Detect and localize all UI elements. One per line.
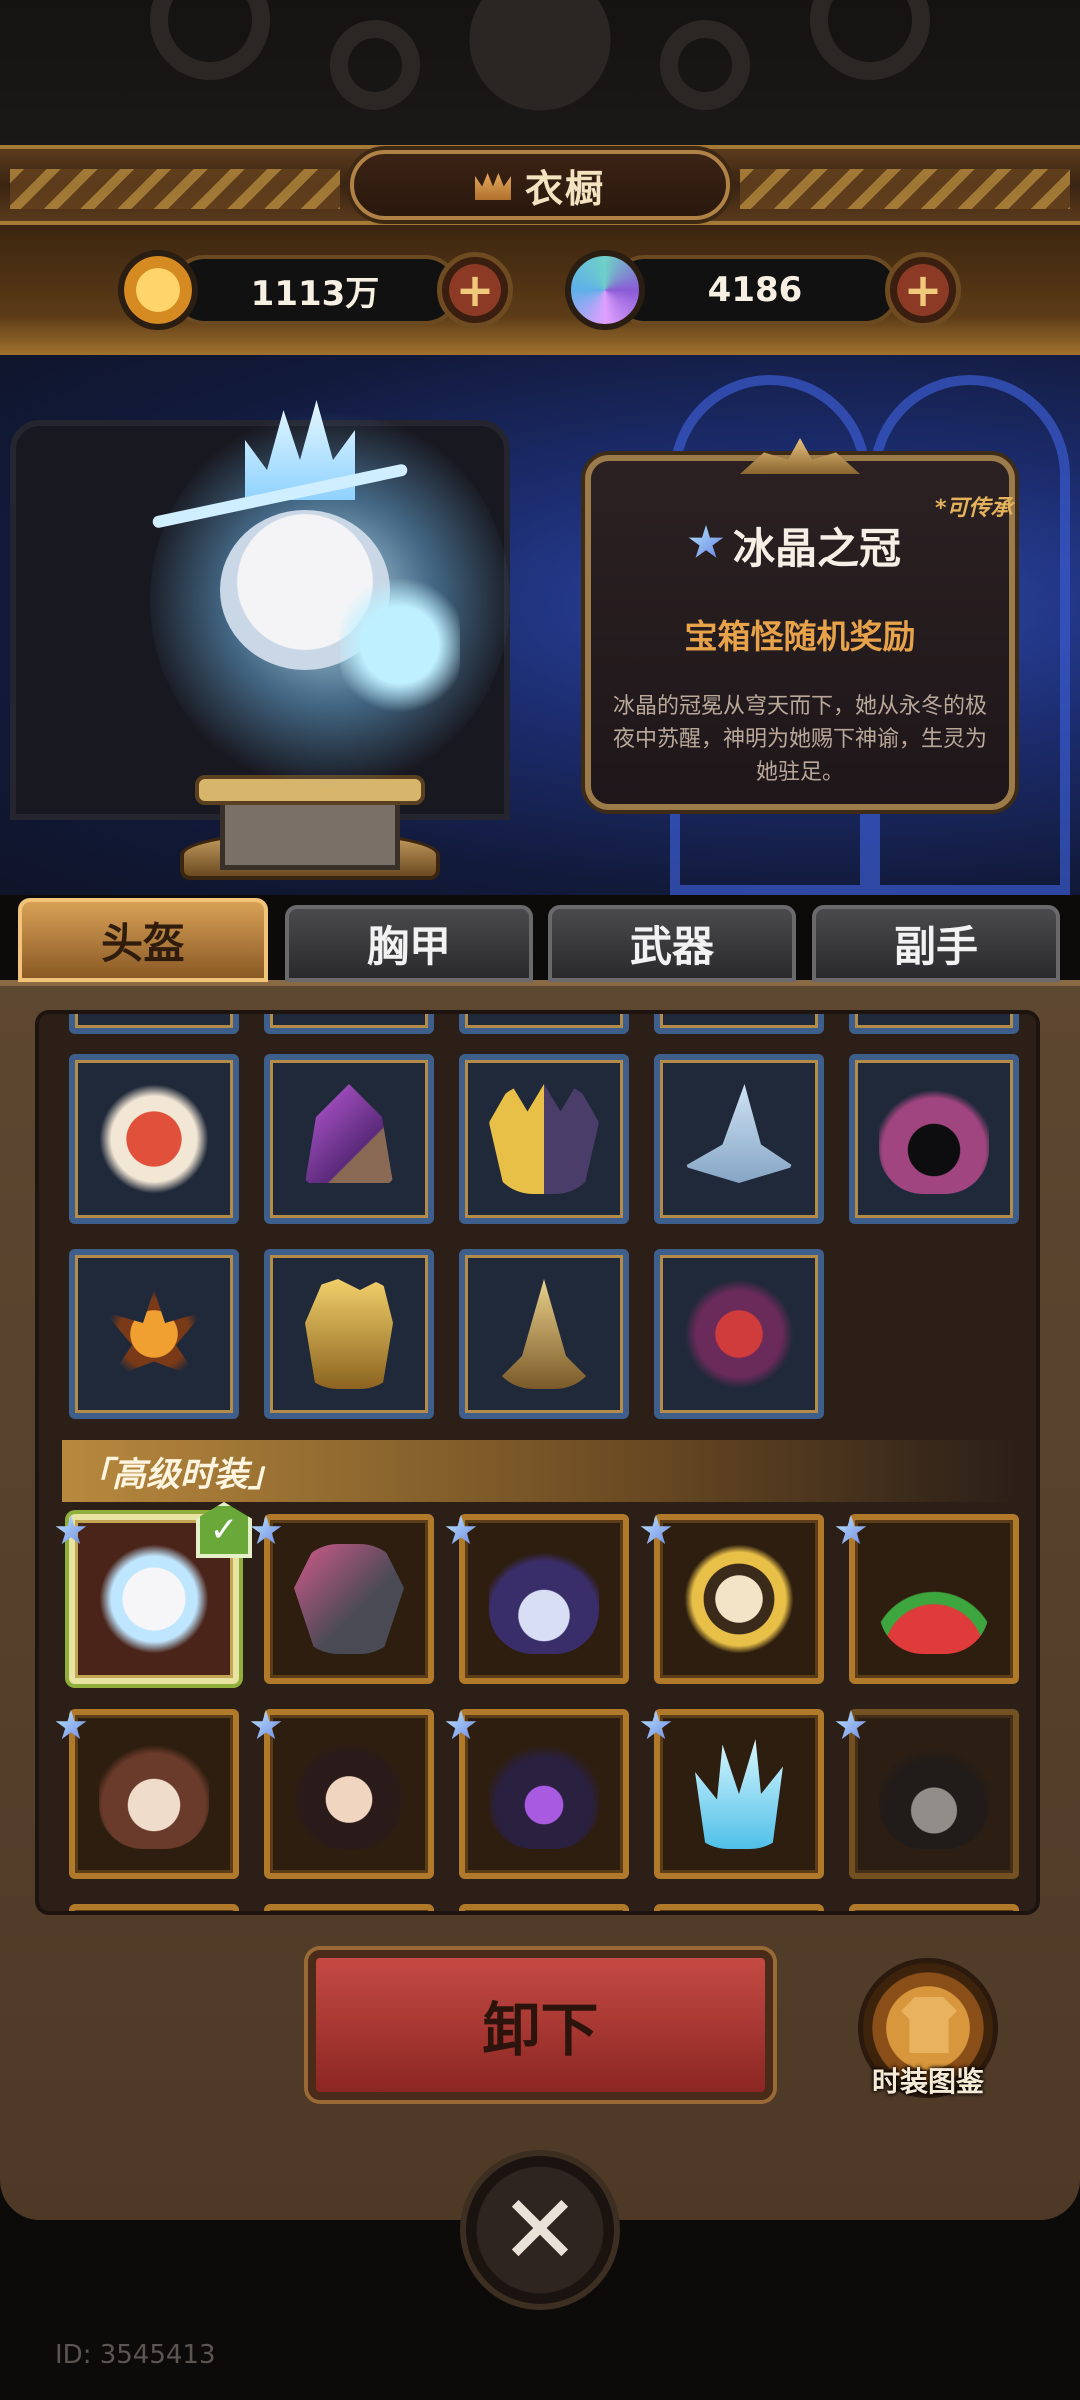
item-slot[interactable] xyxy=(264,1904,434,1911)
item-name: 冰晶之冠 xyxy=(733,524,902,573)
item-slot[interactable] xyxy=(264,1054,434,1224)
dark-feather-mask-icon xyxy=(684,1279,794,1389)
item-slot[interactable] xyxy=(654,1514,824,1684)
gold-balance: 1113万 xyxy=(170,255,460,325)
hero-character xyxy=(130,370,510,790)
item-slot[interactable] xyxy=(654,1904,824,1911)
purple-witch-hat-icon xyxy=(489,1739,599,1849)
gold-value: 1113万 xyxy=(250,273,380,314)
gem-balance: 4186 xyxy=(610,255,900,325)
item-slot[interactable] xyxy=(849,1054,1019,1224)
tab-offhand[interactable]: 副手 xyxy=(812,905,1060,982)
gem-icon xyxy=(565,250,645,330)
section-label-advanced: 「高级时装」 xyxy=(78,1455,282,1495)
ice-crown-hero-icon xyxy=(99,1544,209,1654)
shirt-icon xyxy=(901,1997,957,2053)
close-button[interactable]: ✕ xyxy=(460,2150,620,2310)
item-slot[interactable] xyxy=(459,1709,629,1879)
item-slot[interactable] xyxy=(654,1014,824,1034)
spiked-crown-icon xyxy=(104,1290,204,1378)
item-slot[interactable] xyxy=(459,1054,629,1224)
item-slot[interactable] xyxy=(264,1249,434,1419)
add-gems-button[interactable]: + xyxy=(885,252,961,328)
item-slot[interactable] xyxy=(849,1014,1019,1034)
item-slot[interactable] xyxy=(264,1514,434,1684)
top-hat-penguin-icon xyxy=(879,1739,989,1849)
item-slot[interactable] xyxy=(459,1514,629,1684)
item-slot[interactable] xyxy=(69,1054,239,1224)
item-slot[interactable] xyxy=(654,1709,824,1879)
item-slot[interactable] xyxy=(654,1054,824,1224)
gem-value: 4186 xyxy=(707,270,803,310)
item-source: 宝箱怪随机奖励 xyxy=(684,617,916,656)
item-slot-locked[interactable] xyxy=(849,1709,1019,1879)
item-slot[interactable] xyxy=(69,1709,239,1879)
dark-hair-hero-icon xyxy=(294,1739,404,1849)
witch-hat-hero-icon xyxy=(489,1544,599,1654)
item-slot[interactable] xyxy=(69,1014,239,1034)
item-slot[interactable] xyxy=(69,1904,239,1911)
item-slot[interactable] xyxy=(459,1249,629,1419)
wardrobe-crown-icon xyxy=(474,173,511,200)
ice-staff-icon xyxy=(340,570,460,720)
unequip-button[interactable]: 卸下 xyxy=(308,1950,773,2100)
item-slot[interactable] xyxy=(849,1514,1019,1684)
sun-crown-hero-icon xyxy=(684,1544,794,1654)
purple-hood-icon xyxy=(879,1084,989,1194)
item-slot[interactable] xyxy=(849,1904,1019,1911)
watermelon-crown-icon xyxy=(879,1544,989,1654)
top-decoration xyxy=(0,0,1080,150)
swirl-ornament xyxy=(150,0,270,80)
tab-chest[interactable]: 胸甲 xyxy=(285,905,533,982)
item-slot[interactable] xyxy=(264,1709,434,1879)
item-slot[interactable] xyxy=(459,1904,629,1911)
swirl-ornament xyxy=(330,20,420,110)
inheritable-tag: *可传承 xyxy=(935,496,1013,521)
gold-coin-icon xyxy=(118,250,198,330)
fashion-codex-label: 时装图鉴 xyxy=(871,2065,984,2098)
item-slot[interactable] xyxy=(654,1249,824,1419)
item-slot[interactable] xyxy=(264,1014,434,1034)
page-title: 衣橱 xyxy=(524,166,605,211)
close-icon: ✕ xyxy=(499,2174,581,2286)
gold-crown-mask-icon xyxy=(489,1084,599,1194)
add-gold-button[interactable]: + xyxy=(437,252,513,328)
swirl-ornament xyxy=(660,20,750,110)
red-oni-mask-icon xyxy=(99,1084,209,1194)
swirl-ornament xyxy=(810,0,930,80)
title-plate: 衣橱 xyxy=(350,150,730,220)
mecha-helmet-icon xyxy=(294,1544,404,1654)
item-description: 冰晶的冠冕从穹天而下，她从永冬的极夜中苏醒，神明为她赐下神谕，生灵为她驻足。 xyxy=(612,694,987,785)
ice-shard-hair-icon xyxy=(695,1739,783,1849)
spiral-gold-helm-icon xyxy=(489,1279,599,1389)
golden-dragon-helm-icon xyxy=(305,1279,393,1389)
item-slot[interactable] xyxy=(459,1014,629,1034)
pedestal xyxy=(220,800,400,870)
player-id: ID: 3545413 xyxy=(55,2340,216,2370)
mushroom-hat-hero-icon xyxy=(99,1739,209,1849)
wizard-hat-icon xyxy=(684,1084,794,1183)
tab-helmet[interactable]: 头盔 xyxy=(18,898,268,982)
tab-weapon[interactable]: 武器 xyxy=(548,905,796,982)
purple-crystal-helm-icon xyxy=(305,1084,393,1183)
item-slot[interactable] xyxy=(69,1249,239,1419)
